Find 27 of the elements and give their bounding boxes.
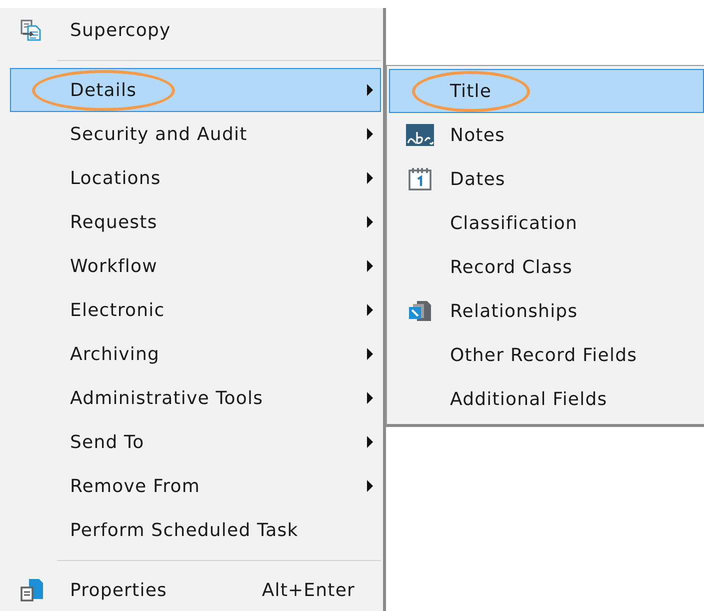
copy-icon [20, 19, 42, 41]
calendar-icon [408, 167, 432, 191]
menu-item[interactable]: Supercopy [10, 8, 381, 52]
menu-item[interactable]: Send To [10, 420, 381, 464]
notes-icon [406, 124, 434, 146]
menu-item[interactable]: Notes [389, 113, 704, 157]
menu-item[interactable]: Details [10, 68, 381, 112]
menu-item[interactable]: Title [389, 69, 704, 113]
menu-item[interactable]: Workflow [10, 244, 381, 288]
menu-item[interactable]: Remove From [10, 464, 381, 508]
menu-item[interactable]: Electronic [10, 288, 381, 332]
menu-item[interactable]: Dates [389, 157, 704, 201]
menu-item[interactable]: Security and Audit [10, 112, 381, 156]
menu-item[interactable]: Perform Scheduled Task [10, 508, 381, 552]
menu-item[interactable]: Properties Alt+Enter [10, 568, 381, 611]
menu-item[interactable]: Requests [10, 200, 381, 244]
properties-icon [20, 578, 44, 602]
menu-item[interactable]: Relationships [389, 289, 704, 333]
menu-item[interactable]: Other Record Fields [389, 333, 704, 377]
menu-item[interactable]: Locations [10, 156, 381, 200]
menu-item[interactable]: Additional Fields [389, 377, 704, 421]
shortcut-text: Alt+Enter [262, 580, 355, 600]
menu-item[interactable]: Record Class [389, 245, 704, 289]
menu-item[interactable]: Administrative Tools [10, 376, 381, 420]
menu-item[interactable]: Classification [389, 201, 704, 245]
menu-item[interactable]: Archiving [10, 332, 381, 376]
linked-documents-icon [408, 299, 432, 323]
